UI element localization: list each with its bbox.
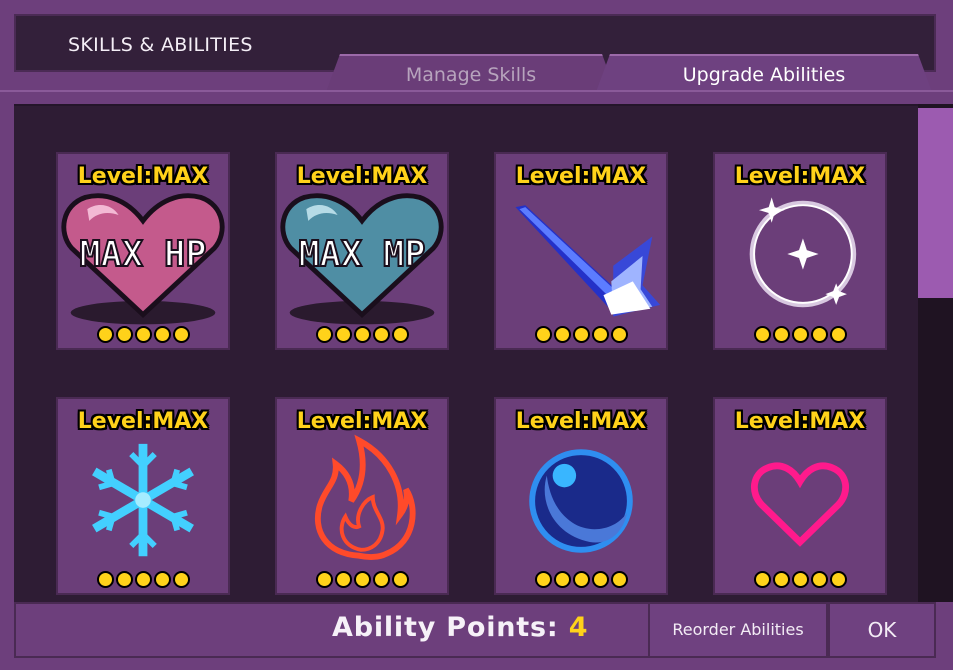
tab-upgrade-abilities[interactable]: Upgrade Abilities bbox=[596, 54, 932, 92]
tab-divider bbox=[0, 90, 953, 92]
ability-card-max-hp[interactable]: Level:MAX MAX HP bbox=[56, 152, 230, 350]
ability-card-water[interactable]: Level:MAX bbox=[494, 397, 668, 595]
skills-window: SKILLS & ABILITIES Manage Skills Upgrade… bbox=[0, 0, 953, 670]
sparkle-ring-icon bbox=[715, 186, 885, 326]
dash-strike-icon bbox=[496, 186, 666, 326]
upgrade-dots bbox=[496, 571, 666, 591]
upgrade-dots bbox=[496, 326, 666, 346]
ability-points-value: 4 bbox=[568, 612, 589, 643]
upgrade-dots bbox=[58, 326, 228, 346]
level-label: Level:MAX bbox=[77, 409, 209, 434]
upgrade-dots bbox=[715, 326, 885, 346]
fire-icon bbox=[277, 431, 447, 571]
window-title: SKILLS & ABILITIES bbox=[68, 34, 253, 56]
heart-outline-icon bbox=[715, 431, 885, 571]
snowflake-icon bbox=[58, 431, 228, 571]
ability-card-fire[interactable]: Level:MAX bbox=[275, 397, 449, 595]
max-hp-text: MAX HP bbox=[80, 234, 207, 275]
level-label: Level:MAX bbox=[296, 164, 428, 189]
ability-card-dash[interactable]: Level:MAX bbox=[494, 152, 668, 350]
level-label: Level:MAX bbox=[734, 164, 866, 189]
upgrade-dots bbox=[277, 571, 447, 591]
ability-card-heart[interactable]: Level:MAX bbox=[713, 397, 887, 595]
level-label: Level:MAX bbox=[515, 409, 647, 434]
upgrade-dots bbox=[58, 571, 228, 591]
level-label: Level:MAX bbox=[734, 409, 866, 434]
ability-card-sparkle[interactable]: Level:MAX bbox=[713, 152, 887, 350]
ability-card-ice[interactable]: Level:MAX bbox=[56, 397, 230, 595]
tab-manage-skills[interactable]: Manage Skills bbox=[326, 54, 616, 92]
upgrade-dots bbox=[715, 571, 885, 591]
upgrade-dots bbox=[277, 326, 447, 346]
max-mp-text: MAX MP bbox=[299, 234, 426, 275]
level-label: Level:MAX bbox=[77, 164, 209, 189]
max-hp-heart-icon: MAX HP bbox=[58, 186, 228, 326]
water-orb-icon bbox=[496, 431, 666, 571]
level-label: Level:MAX bbox=[296, 409, 428, 434]
max-mp-heart-icon: MAX MP bbox=[277, 186, 447, 326]
scrollbar-thumb[interactable] bbox=[918, 108, 953, 298]
ok-button[interactable]: OK bbox=[828, 602, 936, 658]
ability-points-label: Ability Points: bbox=[332, 612, 559, 643]
ability-points: Ability Points: 4 bbox=[332, 610, 588, 646]
level-label: Level:MAX bbox=[515, 164, 647, 189]
reorder-abilities-button[interactable]: Reorder Abilities bbox=[648, 602, 828, 658]
ability-card-max-mp[interactable]: Level:MAX MAX MP bbox=[275, 152, 449, 350]
